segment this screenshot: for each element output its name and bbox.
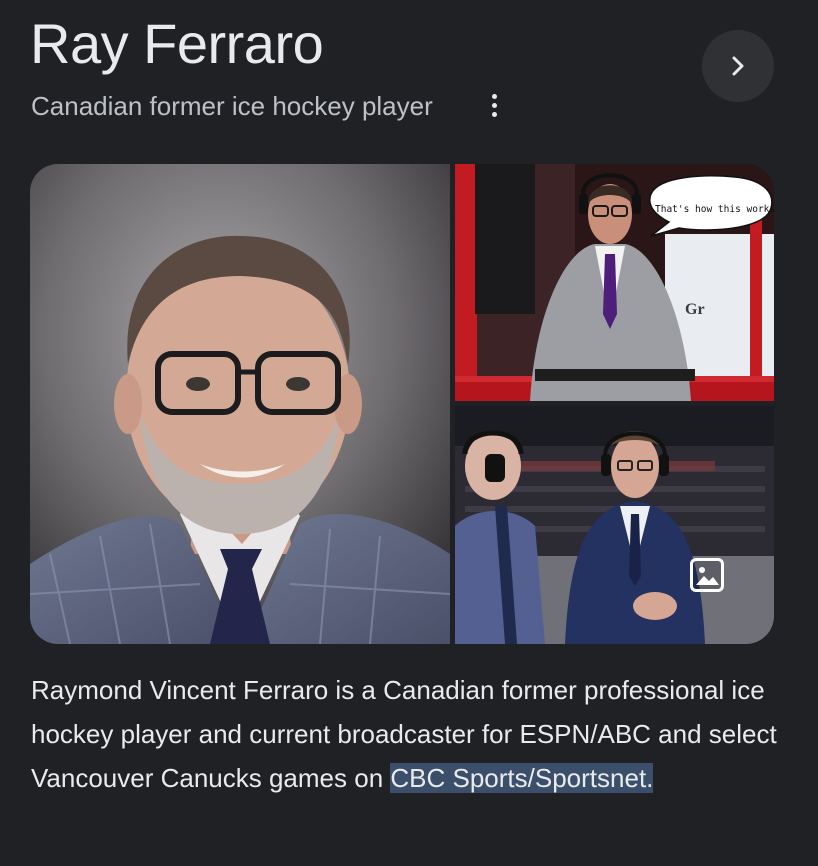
entity-subtitle: Canadian former ice hockey player [31, 91, 433, 121]
image-icon[interactable] [690, 558, 724, 592]
more-options-button[interactable] [484, 90, 504, 120]
entity-description: Raymond Vincent Ferraro is a Canadian fo… [31, 668, 791, 800]
image-gallery: Gr That's how this works [30, 164, 774, 644]
speech-bubble-text: That's how this works [655, 204, 774, 215]
next-button[interactable] [702, 30, 774, 102]
entity-title: Ray Ferraro [30, 12, 324, 75]
chevron-right-icon [732, 56, 744, 76]
portrait-image[interactable] [30, 164, 450, 644]
description-highlighted-text: CBC Sports/Sportsnet. [390, 763, 654, 793]
sign-text: Gr [685, 301, 705, 318]
more-vert-icon [491, 93, 497, 99]
arena-broadcasters-image[interactable] [455, 406, 774, 644]
broadcast-booth-image[interactable]: Gr That's how this works [455, 164, 774, 401]
